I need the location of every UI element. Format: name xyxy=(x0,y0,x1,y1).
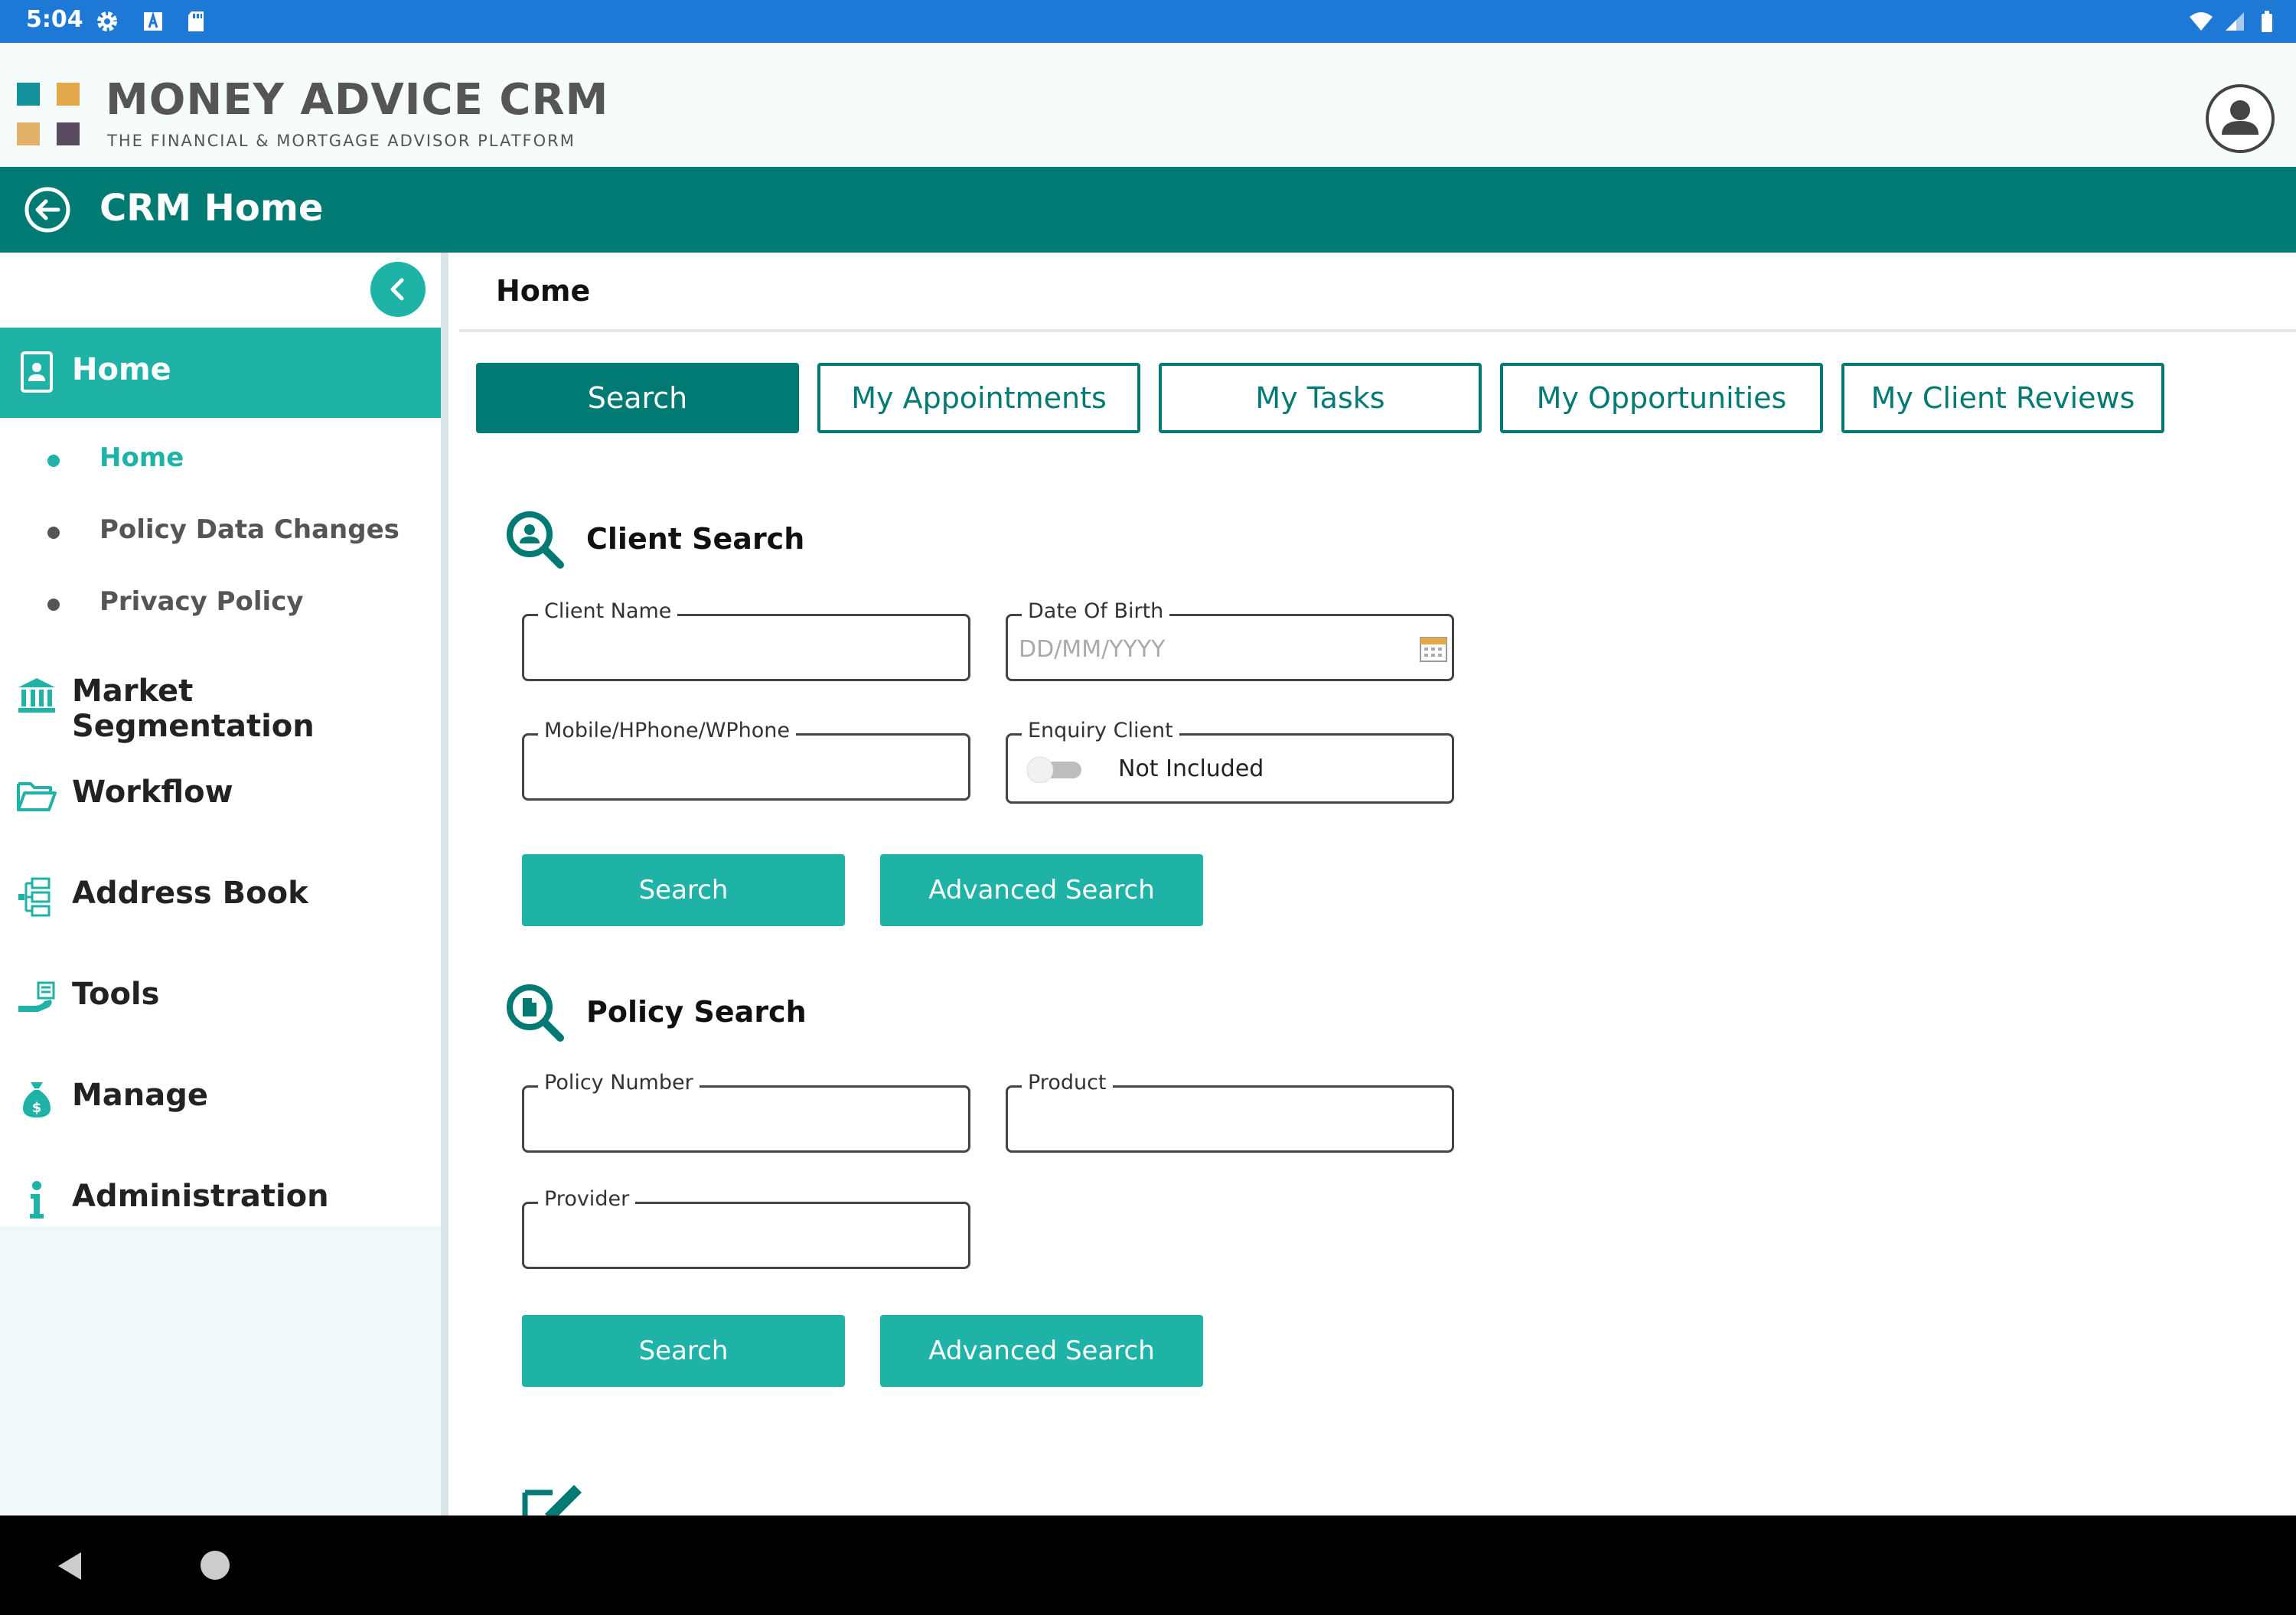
date-of-birth-label: Date Of Birth xyxy=(1022,599,1170,623)
policy-search-icon xyxy=(507,984,564,1042)
bullet-dot xyxy=(47,455,60,467)
tab-my-client-reviews[interactable]: My Client Reviews xyxy=(1841,363,2164,433)
date-of-birth-input[interactable] xyxy=(1019,630,1401,668)
product-label: Product xyxy=(1022,1071,1113,1095)
client-search-button[interactable]: Search xyxy=(522,854,845,926)
sidebar-subitem-label: Home xyxy=(99,442,184,473)
system-navigation-bar xyxy=(0,1515,2296,1615)
client-search-title: Client Search xyxy=(586,522,805,556)
enquiry-client-field: Enquiry Client Not Included xyxy=(1006,719,1454,804)
client-name-field[interactable]: Client Name xyxy=(522,599,970,681)
app-header: MONEY ADVICE CRM THE FINANCIAL & MORTGAG… xyxy=(0,43,2296,167)
svg-text:$: $ xyxy=(32,1100,42,1116)
folder-open-icon xyxy=(17,782,57,811)
brand-subtitle: THE FINANCIAL & MORTGAGE ADVISOR PLATFOR… xyxy=(107,132,576,150)
policy-search-title: Policy Search xyxy=(586,995,807,1029)
policy-number-input[interactable] xyxy=(535,1101,948,1140)
sidebar-item-label: Tools xyxy=(72,977,160,1012)
enquiry-client-status: Not Included xyxy=(1118,755,1264,782)
user-avatar-icon xyxy=(2222,100,2258,135)
phone-input[interactable] xyxy=(535,749,948,788)
calendar-icon[interactable] xyxy=(1418,633,1449,664)
provider-field[interactable]: Provider xyxy=(522,1187,970,1269)
sidebar-item-label: Workflow xyxy=(72,775,233,810)
a-notification-icon xyxy=(144,11,162,31)
chevron-left-icon xyxy=(390,278,404,301)
cell-signal-icon xyxy=(2226,12,2244,31)
sidebar-item-label: Address Book xyxy=(72,876,308,911)
sidebar-subitem-privacy-policy[interactable]: Privacy Policy xyxy=(0,569,444,638)
client-advanced-search-button[interactable]: Advanced Search xyxy=(880,854,1203,926)
tab-my-tasks[interactable]: My Tasks xyxy=(1159,363,1482,433)
client-name-label: Client Name xyxy=(538,599,678,623)
collapse-sidebar-button[interactable] xyxy=(370,262,426,317)
bullet-dot xyxy=(47,527,60,539)
product-field[interactable]: Product xyxy=(1006,1071,1454,1153)
client-name-input[interactable] xyxy=(535,630,948,668)
phone-label: Mobile/HPhone/WPhone xyxy=(538,719,797,742)
product-input[interactable] xyxy=(1019,1101,1432,1140)
sidebar: Home Home Policy Data Changes Privacy Po… xyxy=(0,253,444,1515)
sd-card-icon xyxy=(188,11,204,31)
client-search-icon xyxy=(507,511,564,569)
status-bar: 5:04 xyxy=(0,0,2296,43)
sidebar-item-administration[interactable]: Administration xyxy=(0,1156,444,1240)
back-arrow-icon[interactable] xyxy=(23,185,72,234)
policy-number-field[interactable]: Policy Number xyxy=(522,1071,970,1153)
sidebar-divider xyxy=(441,253,448,1515)
edit-note-icon xyxy=(522,1485,582,1515)
sidebar-item-label: Administration xyxy=(72,1179,329,1214)
info-icon xyxy=(30,1181,44,1219)
page-title: CRM Home xyxy=(99,187,324,230)
wifi-icon xyxy=(2190,12,2213,31)
bullet-dot xyxy=(47,599,60,611)
money-bag-icon: $ xyxy=(23,1082,51,1117)
settings-gear-icon xyxy=(97,11,117,31)
policy-advanced-search-button[interactable]: Advanced Search xyxy=(880,1315,1203,1387)
policy-number-label: Policy Number xyxy=(538,1071,700,1095)
phone-field[interactable]: Mobile/HPhone/WPhone xyxy=(522,719,970,801)
sidebar-item-label: Manage xyxy=(72,1078,209,1113)
enquiry-client-label: Enquiry Client xyxy=(1022,719,1179,742)
sidebar-item-market-segmentation[interactable]: Market Segmentation xyxy=(0,651,444,744)
sidebar-item-tools[interactable]: Tools xyxy=(0,954,444,1038)
page-title-bar: CRM Home xyxy=(0,167,2296,253)
date-of-birth-field[interactable]: Date Of Birth xyxy=(1006,599,1454,681)
provider-input[interactable] xyxy=(535,1218,948,1256)
breadcrumb: Home xyxy=(496,274,591,308)
org-chart-icon xyxy=(18,877,51,917)
enquiry-client-toggle[interactable] xyxy=(1025,755,1086,783)
tab-search[interactable]: Search xyxy=(476,363,799,433)
sidebar-subitem-home[interactable]: Home xyxy=(0,426,444,494)
brand-logo xyxy=(17,83,80,145)
provider-label: Provider xyxy=(538,1187,636,1211)
tab-my-opportunities[interactable]: My Opportunities xyxy=(1500,363,1823,433)
sidebar-item-address-book[interactable]: Address Book xyxy=(0,853,444,937)
tab-my-appointments[interactable]: My Appointments xyxy=(817,363,1140,433)
sidebar-item-manage[interactable]: $ Manage xyxy=(0,1055,444,1139)
policy-search-button[interactable]: Search xyxy=(522,1315,845,1387)
system-home-icon[interactable] xyxy=(201,1551,230,1580)
breadcrumb-divider xyxy=(459,329,2296,332)
status-time: 5:04 xyxy=(26,6,83,33)
contact-card-icon xyxy=(21,351,53,393)
user-profile-button[interactable] xyxy=(2206,84,2275,153)
hand-tools-icon xyxy=(18,981,55,1012)
sidebar-item-home[interactable]: Home xyxy=(0,328,444,418)
sidebar-subitem-label: Privacy Policy xyxy=(99,586,304,617)
sidebar-item-label: Home xyxy=(72,352,171,387)
bank-icon xyxy=(18,678,55,713)
system-back-icon[interactable] xyxy=(54,1549,84,1583)
sidebar-item-workflow[interactable]: Workflow xyxy=(0,752,444,836)
sidebar-item-label: Market Segmentation xyxy=(72,674,315,744)
brand-title: MONEY ADVICE CRM xyxy=(106,75,609,125)
battery-icon xyxy=(2262,11,2272,32)
sidebar-subitem-label: Policy Data Changes xyxy=(99,514,400,545)
sidebar-subitem-policy-data-changes[interactable]: Policy Data Changes xyxy=(0,498,444,566)
